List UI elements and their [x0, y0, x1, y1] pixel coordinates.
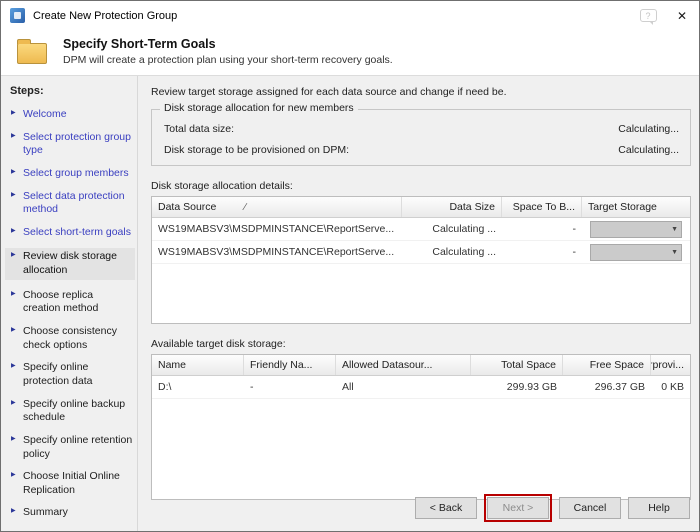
details-table-label: Disk storage allocation details: [151, 180, 293, 192]
details-table-empty-area [152, 264, 690, 323]
page-title: Specify Short-Term Goals [63, 37, 216, 51]
available-storage-table: Name Friendly Na... Allowed Datasour... … [151, 354, 691, 500]
column-header-space-to-be[interactable]: Space To B... [502, 197, 582, 217]
dialog-window: Create New Protection Group ? ✕ Specify … [0, 0, 700, 532]
step-bullet-icon: ▶ [11, 132, 16, 139]
sidebar-item-summary[interactable]: ▶ Summary [10, 506, 133, 520]
column-header-total-space[interactable]: Total Space [471, 355, 563, 375]
total-data-size-value: Calculating... [618, 123, 679, 135]
close-icon: ✕ [676, 8, 688, 23]
allocation-groupbox: Disk storage allocation for new members … [151, 102, 691, 166]
target-storage-select[interactable]: ▼ [590, 220, 682, 238]
target-storage-select[interactable]: ▼ [590, 243, 682, 261]
disk-name-cell: D:\ [158, 381, 172, 393]
step-bullet-icon: ▶ [11, 508, 16, 515]
wizard-header-text: Specify Short-Term Goals DPM will create… [63, 37, 393, 66]
step-bullet-icon: ▶ [11, 399, 16, 406]
help-button-footer[interactable]: Help [628, 497, 690, 519]
column-header-data-size[interactable]: Data Size [402, 197, 502, 217]
help-icon: ? [639, 9, 657, 25]
next-button[interactable]: Next > [487, 497, 549, 519]
total-data-size-row: Total data size: Calculating... [164, 123, 679, 135]
data-source-cell: WS19MABSV3\MSDPMINSTANCE\ReportServe... [158, 223, 395, 235]
space-to-be-cell: - [572, 246, 577, 258]
provisioned-storage-row: Disk storage to be provisioned on DPM: C… [164, 144, 679, 156]
step-bullet-icon: ▶ [11, 168, 16, 175]
sidebar-item-choose-replica-creation-method[interactable]: ▶ Choose replica creation method [10, 289, 133, 316]
sidebar-item-specify-online-protection-data[interactable]: ▶ Specify online protection data [10, 361, 133, 388]
step-bullet-icon: ▶ [11, 363, 16, 370]
details-table-row[interactable]: WS19MABSV3\MSDPMINSTANCE\ReportServe... … [152, 218, 690, 241]
step-bullet-icon: ▶ [11, 472, 16, 479]
step-bullet-icon: ▶ [11, 435, 16, 442]
column-header-target-storage[interactable]: Target Storage [582, 197, 690, 217]
next-button-highlight: Next > [484, 494, 552, 522]
data-size-cell: Calculating ... [432, 246, 496, 258]
column-header-allowed-datasources[interactable]: Allowed Datasour... [336, 355, 471, 375]
steps-heading: Steps: [10, 85, 44, 97]
sort-ascending-icon: ∕ [244, 201, 247, 213]
close-button[interactable]: ✕ [665, 1, 699, 30]
provisioned-storage-label: Disk storage to be provisioned on DPM: [164, 144, 350, 156]
free-space-cell: 296.37 GB [594, 381, 645, 393]
friendly-name-cell: - [250, 381, 254, 393]
total-space-cell: 299.93 GB [506, 381, 557, 393]
chevron-down-icon: ▼ [671, 248, 678, 256]
space-to-be-cell: - [572, 223, 577, 235]
sidebar-item-choose-initial-online-replication[interactable]: ▶ Choose Initial Online Replication [10, 470, 133, 497]
column-header-underprovisioned[interactable]: Underprovi... [651, 355, 690, 375]
data-size-cell: Calculating ... [432, 223, 496, 235]
window-title: Create New Protection Group [33, 9, 178, 22]
page-subtitle: DPM will create a protection plan using … [63, 54, 393, 66]
available-storage-row[interactable]: D:\ - All 299.93 GB 296.37 GB 0 KB [152, 376, 690, 399]
step-bullet-icon: ▶ [11, 191, 16, 198]
sidebar-item-select-protection-group-type[interactable]: ▶ Select protection group type [10, 131, 133, 158]
underprovisioned-cell: 0 KB [661, 381, 684, 393]
details-table-header: Data Source ∕ Data Size Space To B... Ta… [152, 197, 690, 218]
provisioned-storage-value: Calculating... [618, 144, 679, 156]
sidebar-item-select-group-members[interactable]: ▶ Select group members [10, 167, 133, 181]
steps-sidebar: Steps: ▶ Welcome ▶ Select protection gro… [1, 76, 138, 531]
step-bullet-icon: ▶ [11, 327, 16, 334]
step-bullet-icon: ▶ [11, 227, 16, 234]
cancel-button[interactable]: Cancel [559, 497, 621, 519]
wizard-footer: < Back Next > Cancel Help [138, 493, 699, 531]
main-content: Review target storage assigned for each … [138, 76, 699, 500]
total-data-size-label: Total data size: [164, 123, 235, 135]
sidebar-item-choose-consistency-check-options[interactable]: ▶ Choose consistency check options [10, 325, 133, 352]
back-button[interactable]: < Back [415, 497, 477, 519]
column-header-name[interactable]: Name [152, 355, 244, 375]
sidebar-item-specify-online-backup-schedule[interactable]: ▶ Specify online backup schedule [10, 398, 133, 425]
allowed-datasources-cell: All [342, 381, 354, 393]
sidebar-item-select-short-term-goals[interactable]: ▶ Select short-term goals [10, 226, 133, 240]
app-icon [10, 8, 25, 23]
sidebar-item-review-disk-storage-allocation[interactable]: ▶ Review disk storage allocation [5, 248, 135, 280]
target-storage-cell: ▼ [582, 243, 690, 261]
sidebar-item-specify-online-retention-policy[interactable]: ▶ Specify online retention policy [10, 434, 133, 461]
wizard-header: Specify Short-Term Goals DPM will create… [1, 30, 699, 76]
available-table-header: Name Friendly Na... Allowed Datasour... … [152, 355, 690, 376]
folder-icon [17, 39, 47, 64]
chevron-down-icon: ▼ [671, 225, 678, 233]
step-bullet-icon: ▶ [11, 252, 16, 259]
step-bullet-icon: ▶ [11, 290, 16, 297]
details-table-row[interactable]: WS19MABSV3\MSDPMINSTANCE\ReportServe... … [152, 241, 690, 264]
column-header-data-source[interactable]: Data Source ∕ [152, 197, 402, 217]
available-table-empty-area [152, 399, 690, 499]
step-bullet-icon: ▶ [11, 110, 16, 116]
allocation-groupbox-legend: Disk storage allocation for new members [160, 102, 358, 114]
target-storage-cell: ▼ [582, 220, 690, 238]
intro-text: Review target storage assigned for each … [151, 86, 507, 98]
data-source-cell: WS19MABSV3\MSDPMINSTANCE\ReportServe... [158, 246, 395, 258]
available-table-label: Available target disk storage: [151, 338, 286, 350]
help-button[interactable]: ? [631, 1, 665, 30]
sidebar-item-select-data-protection-method[interactable]: ▶ Select data protection method [10, 190, 133, 217]
column-header-friendly-name[interactable]: Friendly Na... [244, 355, 336, 375]
details-table: Data Source ∕ Data Size Space To B... Ta… [151, 196, 691, 324]
title-bar: Create New Protection Group ? ✕ [1, 1, 699, 30]
column-header-free-space[interactable]: Free Space [563, 355, 651, 375]
sidebar-item-welcome[interactable]: ▶ Welcome [10, 108, 133, 122]
